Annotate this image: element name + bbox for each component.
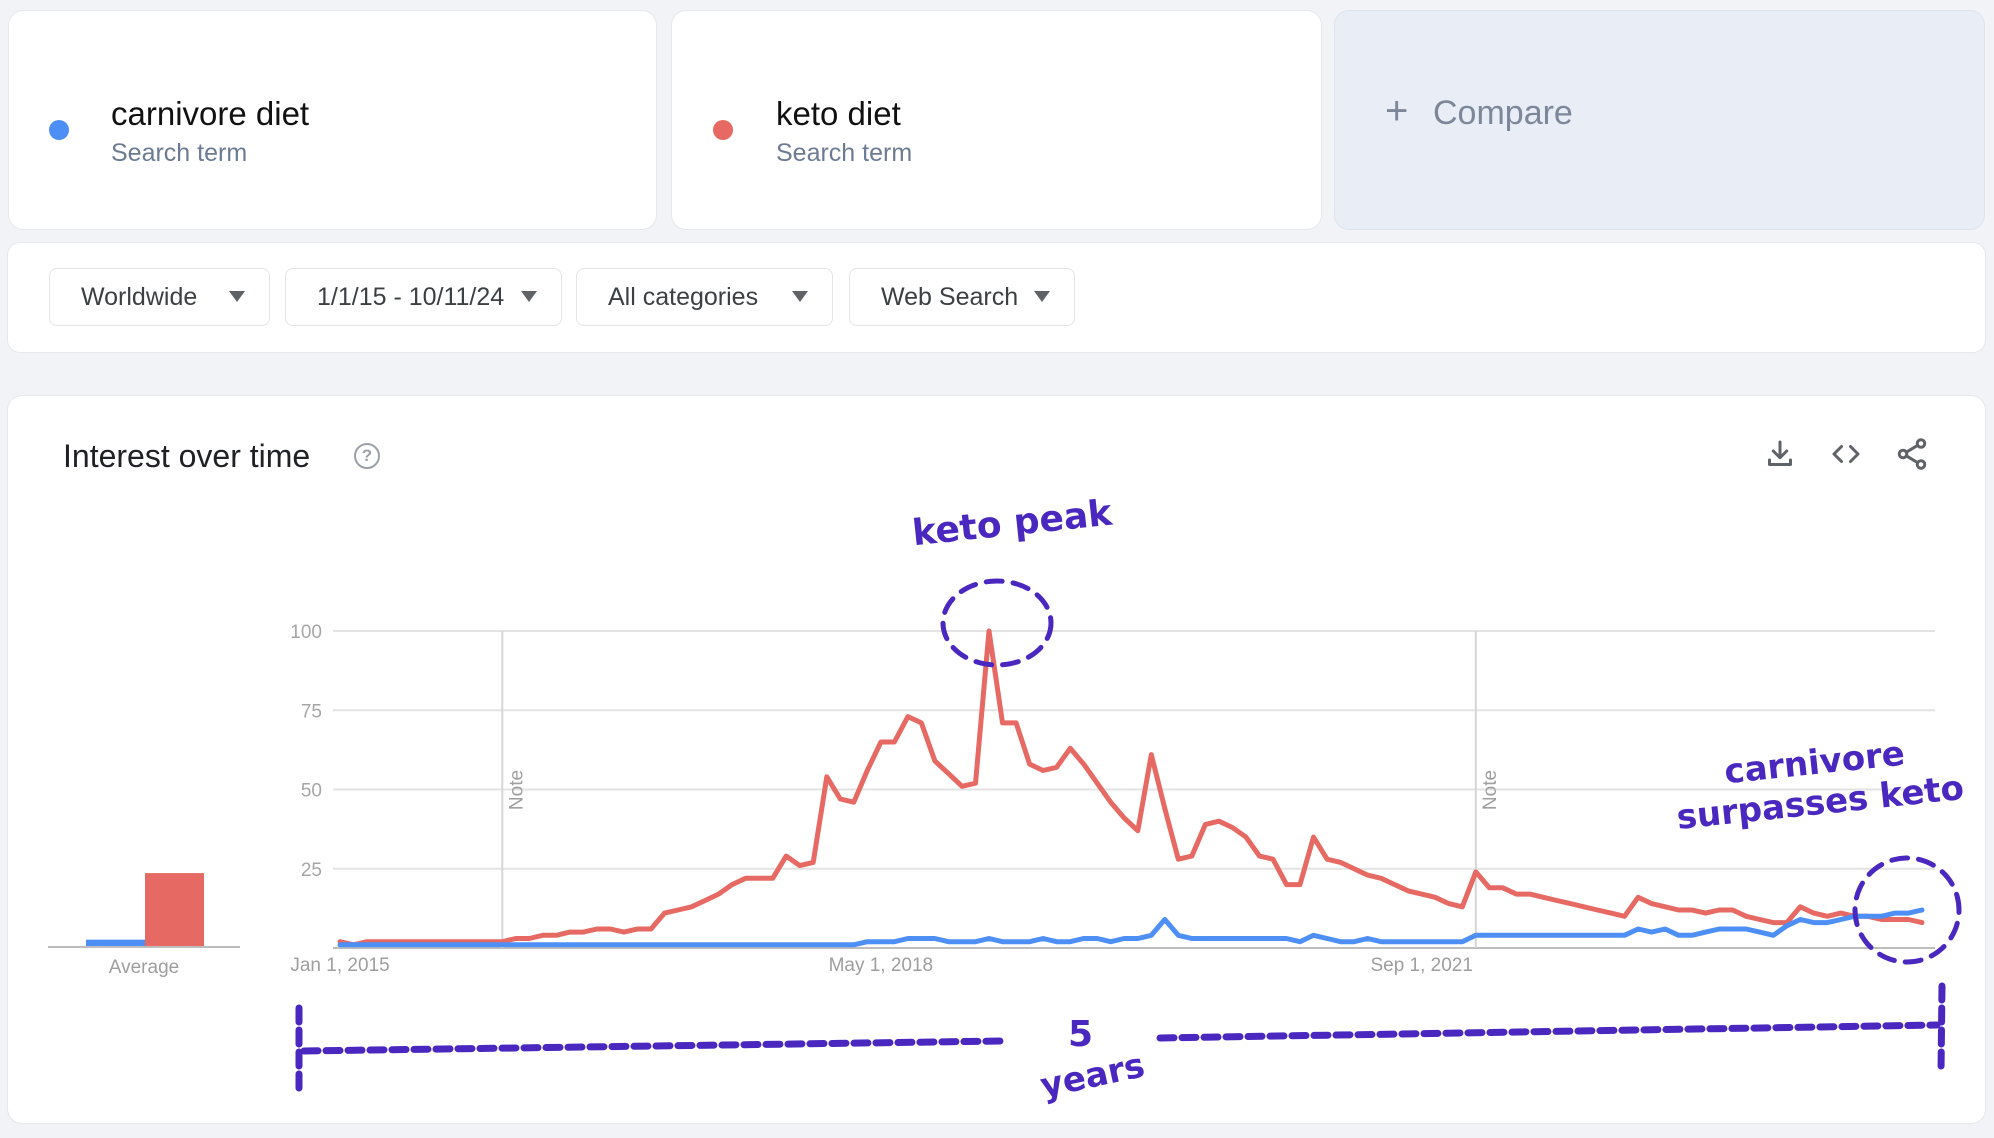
filter-bar: Worldwide 1/1/15 - 10/11/24 All categori… xyxy=(8,243,1985,352)
search-type-dropdown[interactable]: Web Search xyxy=(849,268,1075,326)
term-subtitle: Search term xyxy=(111,139,248,167)
series-color-dot xyxy=(49,120,69,140)
term-name[interactable]: carnivore diet xyxy=(111,95,309,133)
dropdown-label: Web Search xyxy=(881,282,1019,311)
location-dropdown[interactable]: Worldwide xyxy=(49,268,270,326)
share-icon[interactable] xyxy=(1894,436,1930,472)
term-subtitle: Search term xyxy=(776,139,913,167)
dropdown-label: 1/1/15 - 10/11/24 xyxy=(317,282,505,311)
dropdown-label: Worldwide xyxy=(81,282,198,311)
caret-down-icon xyxy=(521,291,537,302)
compare-button[interactable]: + Compare xyxy=(1335,11,1984,229)
caret-down-icon xyxy=(229,291,245,302)
help-icon[interactable]: ? xyxy=(354,443,380,469)
term-card-keto[interactable]: keto diet Search term xyxy=(672,11,1321,229)
term-card-carnivore[interactable]: carnivore diet Search term xyxy=(9,11,656,229)
caret-down-icon xyxy=(792,291,808,302)
span-years-number: 5 xyxy=(1068,1014,1094,1055)
date-range-dropdown[interactable]: 1/1/15 - 10/11/24 xyxy=(285,268,562,326)
dropdown-label: All categories xyxy=(608,282,759,311)
embed-icon[interactable] xyxy=(1828,436,1864,472)
compare-label: Compare xyxy=(1433,94,1573,132)
caret-down-icon xyxy=(1034,291,1050,302)
term-name[interactable]: keto diet xyxy=(776,95,901,133)
panel-title: Interest over time xyxy=(63,438,311,474)
category-dropdown[interactable]: All categories xyxy=(576,268,833,326)
plus-icon: + xyxy=(1385,89,1409,133)
download-icon[interactable] xyxy=(1762,436,1798,472)
series-color-dot xyxy=(713,120,733,140)
